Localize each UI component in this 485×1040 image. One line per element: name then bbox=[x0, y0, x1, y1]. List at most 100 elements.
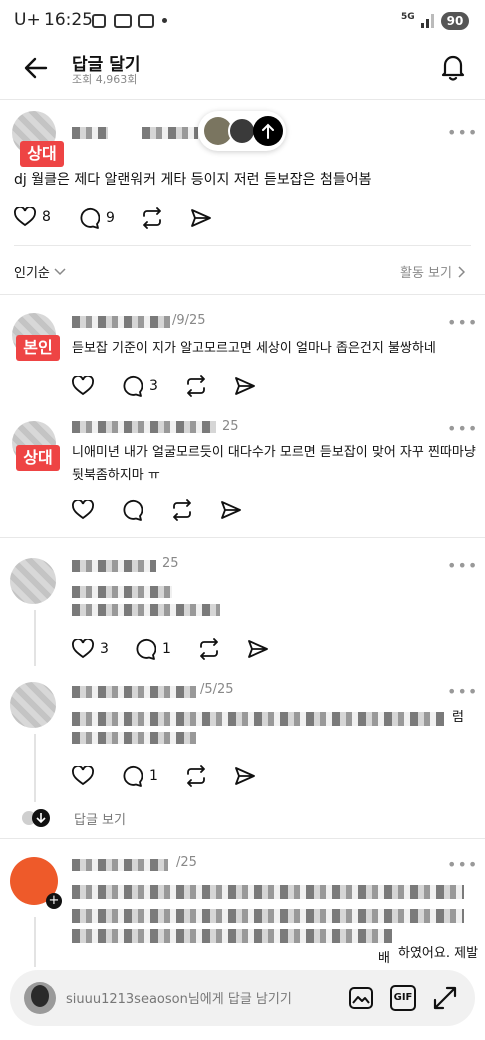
reply-text-blurred bbox=[72, 604, 220, 616]
clock: 16:25 bbox=[44, 10, 93, 30]
arrow-up-icon bbox=[262, 123, 274, 139]
arrow-down-icon bbox=[32, 809, 50, 827]
tag-badge: 상대 bbox=[20, 141, 64, 167]
like-count: 8 bbox=[42, 209, 51, 225]
avatar[interactable] bbox=[10, 682, 56, 728]
view-replies-link[interactable]: 답글 보기 bbox=[22, 808, 126, 828]
username-blurred bbox=[72, 686, 196, 698]
avatar bbox=[24, 982, 56, 1014]
bell-icon[interactable] bbox=[440, 53, 466, 81]
reply-text-blurred bbox=[72, 885, 464, 899]
username-blurred bbox=[72, 859, 168, 871]
reply-text-blurred bbox=[72, 909, 464, 923]
header: 답글 달기 조회 4,963회 bbox=[0, 42, 485, 100]
list-item: + /25 ••• 하였어요. 제발 배 bbox=[0, 839, 485, 969]
repost-icon[interactable] bbox=[140, 207, 164, 229]
replies-avatars bbox=[22, 808, 50, 828]
more-options-icon[interactable]: ••• bbox=[447, 682, 478, 701]
list-item: 상대 25 ••• 니애미년 내가 얼굴모르듯이 대다수가 모르면 듣보잡이 맞… bbox=[0, 405, 485, 537]
reply-text-blurred bbox=[72, 586, 172, 598]
image-icon[interactable] bbox=[348, 986, 374, 1010]
share-icon[interactable] bbox=[247, 639, 269, 659]
list-item: 본인 /9/25 ••• 듣보잡 기준이 지가 알고모르고면 세상이 얼마나 좁… bbox=[0, 295, 485, 405]
repost-icon[interactable] bbox=[184, 375, 208, 397]
reply-text-line: 뒷북좀하지마 ㅠ bbox=[72, 468, 160, 483]
tag-badge: 상대 bbox=[16, 445, 60, 471]
reply-text-blurred bbox=[72, 929, 392, 943]
comment-button[interactable]: 9 bbox=[78, 207, 115, 229]
network-label: 5G bbox=[401, 12, 415, 22]
comment-count: 3 bbox=[149, 378, 158, 394]
timestamp: /5/25 bbox=[200, 682, 234, 697]
reply-text-blurred bbox=[72, 712, 444, 726]
reply-text-fragment: 럼 bbox=[452, 710, 464, 725]
heart-icon bbox=[14, 207, 36, 227]
comment-icon bbox=[80, 208, 100, 229]
participants-pill[interactable] bbox=[198, 111, 286, 151]
tag-badge: 본인 bbox=[16, 335, 60, 361]
reply-input-bar[interactable]: siuuu1213seaoson님에게 답글 남기기 GIF bbox=[10, 970, 475, 1026]
heart-icon[interactable] bbox=[72, 500, 94, 520]
comment-icon bbox=[136, 639, 156, 660]
share-icon[interactable] bbox=[190, 208, 212, 228]
list-item: 25 ••• 3 1 bbox=[0, 538, 485, 668]
heart-icon bbox=[72, 639, 94, 659]
timestamp: 25 bbox=[162, 556, 179, 571]
like-button[interactable]: 3 bbox=[72, 639, 109, 659]
share-icon[interactable] bbox=[234, 766, 256, 786]
repost-icon[interactable] bbox=[197, 638, 221, 660]
avatar[interactable] bbox=[10, 558, 56, 604]
username-blurred bbox=[72, 421, 216, 433]
expand-icon[interactable] bbox=[432, 985, 458, 1011]
comment-button[interactable]: 1 bbox=[121, 765, 158, 787]
share-icon[interactable] bbox=[220, 500, 242, 520]
reply-input[interactable]: siuuu1213seaoson님에게 답글 남기기 bbox=[66, 988, 292, 1007]
voicemail-icon bbox=[114, 14, 132, 28]
chevron-down-icon bbox=[54, 267, 66, 275]
view-count: 조회 4,963회 bbox=[72, 73, 138, 86]
list-item: /5/25 ••• 럼 1 답글 보기 bbox=[0, 668, 485, 838]
username-blurred bbox=[72, 560, 156, 572]
repost-icon[interactable] bbox=[170, 499, 194, 521]
back-arrow-icon[interactable] bbox=[24, 57, 48, 79]
username-blurred bbox=[72, 316, 170, 328]
username-blurred bbox=[72, 127, 108, 139]
gif-button[interactable]: GIF bbox=[390, 985, 416, 1011]
more-options-icon[interactable]: ••• bbox=[447, 313, 478, 332]
reply-text-fragment: 하였어요. 제발 bbox=[398, 946, 479, 961]
thread-line bbox=[34, 610, 36, 666]
comment-icon bbox=[123, 766, 143, 787]
timestamp: 25 bbox=[222, 419, 239, 434]
like-count: 3 bbox=[100, 641, 109, 657]
comment-icon bbox=[123, 376, 143, 397]
sort-dropdown[interactable]: 인기순 bbox=[14, 262, 66, 281]
repost-icon[interactable] bbox=[184, 765, 208, 787]
activity-link[interactable]: 활동 보기 bbox=[400, 262, 465, 281]
heart-icon[interactable] bbox=[72, 766, 94, 786]
sort-label: 인기순 bbox=[14, 266, 50, 281]
heart-icon[interactable] bbox=[72, 376, 94, 396]
comment-button[interactable]: 1 bbox=[134, 638, 171, 660]
scroll-up-button[interactable] bbox=[253, 116, 283, 146]
follow-plus-icon[interactable]: + bbox=[46, 893, 62, 909]
comment-count: 1 bbox=[149, 768, 158, 784]
reply-text-fragment: 배 bbox=[378, 951, 390, 966]
share-icon[interactable] bbox=[234, 376, 256, 396]
meta-blurred bbox=[142, 127, 198, 139]
status-bar: U+ 16:25 5G 90 bbox=[0, 0, 485, 42]
dot-icon bbox=[162, 18, 167, 23]
more-options-icon[interactable]: ••• bbox=[447, 123, 478, 142]
comment-icon[interactable] bbox=[121, 499, 143, 521]
timestamp: /9/25 bbox=[172, 313, 206, 328]
more-options-icon[interactable]: ••• bbox=[447, 855, 478, 874]
more-options-icon[interactable]: ••• bbox=[447, 419, 478, 438]
reply-text-line: 니애미년 내가 얼굴모르듯이 대다수가 모르면 듣보잡이 맞어 자꾸 찐따마냥 bbox=[72, 445, 476, 460]
view-replies-label: 답글 보기 bbox=[74, 812, 126, 828]
comment-count: 1 bbox=[162, 641, 171, 657]
timestamp: /25 bbox=[176, 855, 197, 870]
like-button[interactable]: 8 bbox=[14, 207, 51, 227]
comment-button[interactable]: 3 bbox=[121, 375, 158, 397]
avatar bbox=[228, 117, 256, 145]
carrier-label: U+ bbox=[14, 10, 41, 30]
more-options-icon[interactable]: ••• bbox=[447, 556, 478, 575]
